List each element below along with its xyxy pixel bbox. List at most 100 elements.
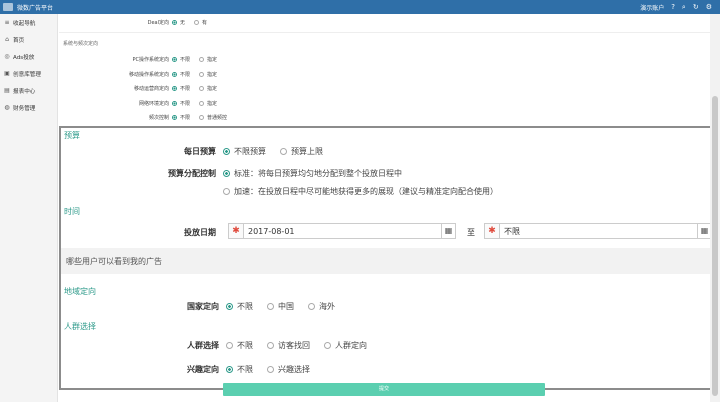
deal-row: Deal定向 无 有 xyxy=(114,18,207,26)
pc-os-radio-specify[interactable] xyxy=(199,56,205,62)
region-section-title: 地域定向 xyxy=(64,287,96,296)
budget-allocation-label: 预算分配控制 xyxy=(168,169,216,178)
mobile-os-option-any: 不限 xyxy=(180,71,191,78)
carrier-radio-specify[interactable] xyxy=(199,85,205,91)
divider xyxy=(59,32,710,33)
crowd-option-targeting: 人群定向 xyxy=(335,341,367,350)
search-icon[interactable]: ⌕ xyxy=(682,3,686,11)
pc-os-row: PC操作系统定向 不限 指定 xyxy=(59,55,217,63)
ads-icon: ◎ xyxy=(4,53,10,60)
sidebar-item-label: Ads投放 xyxy=(13,54,35,61)
sidebar-item-creative[interactable]: ▣ 创意库管理 xyxy=(0,65,57,82)
daily-budget-label: 每日预算 xyxy=(184,147,216,156)
sidebar-item-label: 报表中心 xyxy=(13,88,36,95)
allocation-option-standard: 标准：将每日预算均匀地分配到整个投放日程中 xyxy=(234,169,402,178)
deal-option-none: 无 xyxy=(180,19,186,26)
required-icon: ✱ xyxy=(229,224,244,238)
required-icon: ✱ xyxy=(485,224,500,238)
mobile-os-radio-specify[interactable] xyxy=(199,71,205,77)
audience-band-label: 哪些用户可以看到我的广告 xyxy=(66,257,162,266)
allocation-radio-accelerated[interactable] xyxy=(223,188,230,195)
user-name[interactable]: 演示账户 xyxy=(640,3,664,12)
submit-button[interactable]: 提交 xyxy=(223,383,545,396)
daily-budget-radio-cap[interactable] xyxy=(280,148,287,155)
crowd-radio-any[interactable] xyxy=(226,342,233,349)
sidebar-item-ads[interactable]: ◎ Ads投放 xyxy=(0,48,57,65)
refresh-icon[interactable]: ↻ xyxy=(693,3,699,11)
crowd-option-any: 不限 xyxy=(237,341,253,350)
end-date-field[interactable]: ✱ 不限 ▦ xyxy=(484,223,710,239)
mobile-os-radio-any[interactable] xyxy=(172,71,177,77)
calendar-icon[interactable]: ▦ xyxy=(697,224,710,238)
app-title: 微数广告平台 xyxy=(17,4,54,12)
main-content: Deal定向 无 有 系统与频次定向 PC操作系统定向 不限 指定 移动操作系统… xyxy=(59,14,710,402)
sidebar-item-report[interactable]: ▤ 报表中心 xyxy=(0,82,57,99)
country-radio-china[interactable] xyxy=(267,303,274,310)
calendar-icon[interactable]: ▦ xyxy=(441,224,455,238)
network-option-specify: 指定 xyxy=(207,100,218,107)
start-date-value: 2017-08-01 xyxy=(248,226,295,236)
daily-budget-option-cap: 预算上限 xyxy=(291,147,323,156)
network-radio-specify[interactable] xyxy=(199,100,205,106)
zoomed-form-panel: 预算 每日预算 不限预算 预算上限 预算分配控制 标准：将每日预算均匀地分配到整… xyxy=(59,126,710,390)
mobile-os-option-specify: 指定 xyxy=(207,71,218,78)
carrier-option-any: 不限 xyxy=(180,85,191,92)
sidebar-item-finance[interactable]: ◍ 财务管理 xyxy=(0,99,57,116)
carrier-label: 移动运营商定向 xyxy=(133,85,169,92)
country-option-any: 不限 xyxy=(237,302,253,311)
pc-os-radio-any[interactable] xyxy=(172,56,177,62)
sidebar: ≡ 收起导航 ⌂ 首页 ◎ Ads投放 ▣ 创意库管理 ▤ 报表中心 ◍ 财务管… xyxy=(0,14,58,402)
logo-icon xyxy=(3,3,13,11)
country-option-overseas: 海外 xyxy=(319,302,335,311)
crowd-selection-label: 人群选择 xyxy=(187,341,219,350)
country-radio-overseas[interactable] xyxy=(308,303,315,310)
country-targeting-label: 国家定向 xyxy=(187,302,219,311)
country-option-china: 中国 xyxy=(278,302,294,311)
sidebar-item-collapse[interactable]: ≡ 收起导航 xyxy=(0,14,57,31)
allocation-standard-option: 标准：将每日预算均匀地分配到整个投放日程中 xyxy=(223,168,402,179)
deal-radio-yes[interactable] xyxy=(194,19,200,25)
sidebar-item-label: 首页 xyxy=(13,37,25,44)
daily-budget-option-unlimited: 不限预算 xyxy=(234,147,266,156)
frequency-option-any: 不限 xyxy=(180,114,191,121)
start-date-field[interactable]: ✱ 2017-08-01 ▦ xyxy=(228,223,456,239)
mobile-os-label: 移动操作系统定向 xyxy=(128,71,169,78)
carrier-radio-any[interactable] xyxy=(172,85,177,91)
pc-os-option-any: 不限 xyxy=(180,56,191,63)
settings-icon[interactable]: ⚙ xyxy=(706,3,712,11)
sidebar-item-label: 财务管理 xyxy=(13,105,36,112)
network-radio-any[interactable] xyxy=(172,100,177,106)
frequency-radio-normal[interactable] xyxy=(199,114,205,120)
network-row: 网络环境定向 不限 指定 xyxy=(59,99,217,107)
interest-option-select: 兴趣选择 xyxy=(278,365,310,374)
scrollbar-thumb[interactable] xyxy=(712,96,718,396)
daily-budget-options: 不限预算 预算上限 xyxy=(223,146,323,157)
interest-options: 不限 兴趣选择 xyxy=(226,364,310,375)
crowd-options: 不限 访客找回 人群定向 xyxy=(226,340,367,351)
deal-option-yes: 有 xyxy=(202,19,208,26)
deal-label: Deal定向 xyxy=(147,19,169,26)
carrier-row: 移动运营商定向 不限 指定 xyxy=(59,84,217,92)
deal-radio-none[interactable] xyxy=(172,19,177,25)
mobile-os-row: 移动操作系统定向 不限 指定 xyxy=(59,70,217,78)
creative-icon: ▣ xyxy=(4,70,10,77)
allocation-radio-standard[interactable] xyxy=(223,170,230,177)
crowd-option-revisit: 访客找回 xyxy=(278,341,310,350)
crowd-radio-revisit[interactable] xyxy=(267,342,274,349)
interest-radio-select[interactable] xyxy=(267,366,274,373)
menu-icon: ≡ xyxy=(4,19,10,26)
sidebar-item-home[interactable]: ⌂ 首页 xyxy=(0,31,57,48)
country-radio-any[interactable] xyxy=(226,303,233,310)
frequency-radio-any[interactable] xyxy=(172,114,177,120)
sidebar-item-label: 创意库管理 xyxy=(13,71,41,78)
date-range-separator: 至 xyxy=(467,228,475,237)
help-icon[interactable]: ? xyxy=(671,3,675,11)
daily-budget-radio-unlimited[interactable] xyxy=(223,148,230,155)
report-icon: ▤ xyxy=(4,87,10,94)
interest-radio-any[interactable] xyxy=(226,366,233,373)
budget-section-title: 预算 xyxy=(64,131,80,140)
page-scrollbar[interactable] xyxy=(710,14,720,402)
interest-targeting-label: 兴趣定向 xyxy=(187,365,219,374)
crowd-radio-targeting[interactable] xyxy=(324,342,331,349)
network-label: 网络环境定向 xyxy=(138,100,169,107)
